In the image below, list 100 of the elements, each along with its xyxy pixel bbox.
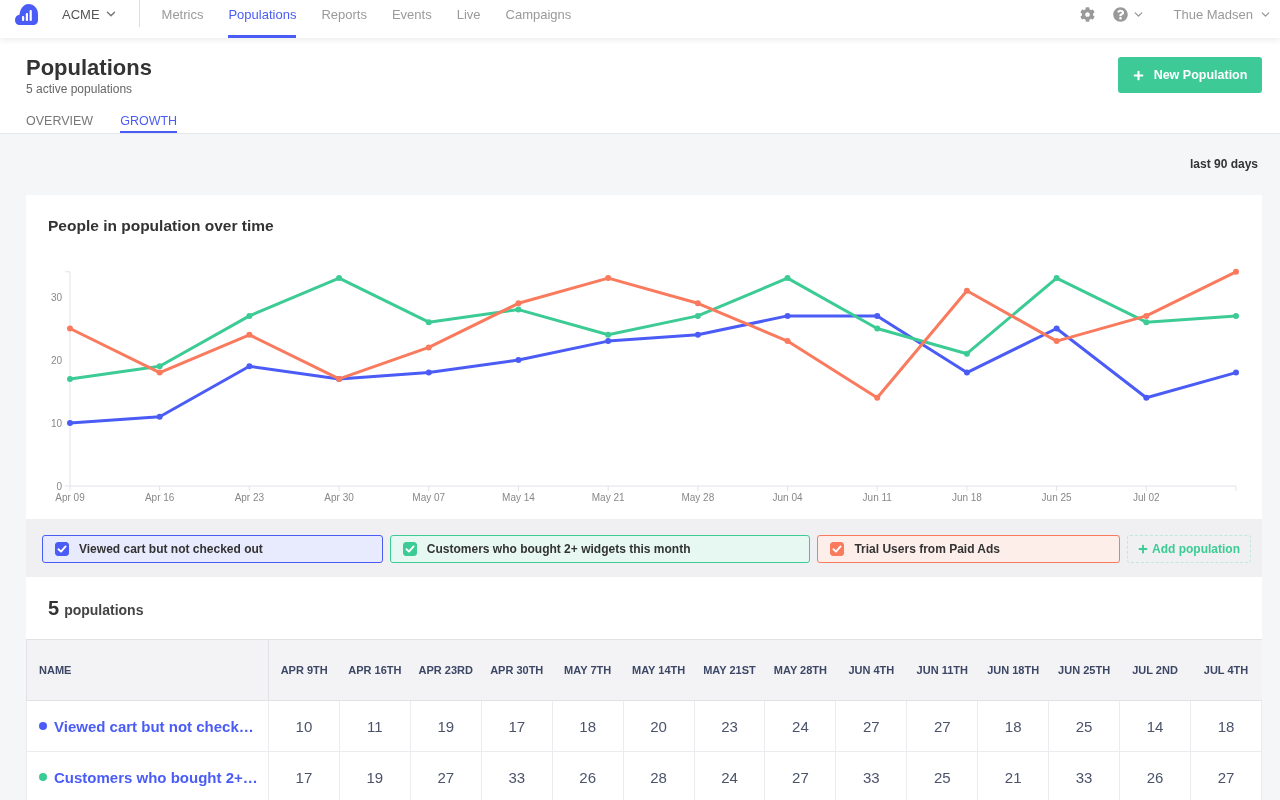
- point: [784, 312, 791, 319]
- nav-tab[interactable]: Events: [391, 0, 432, 38]
- point: [425, 369, 432, 376]
- page-tab[interactable]: GROWTH: [120, 114, 178, 133]
- point: [694, 300, 701, 307]
- legend-toggle[interactable]: Trial Users from Paid Ads: [817, 535, 1120, 563]
- point: [605, 275, 612, 282]
- point: [1143, 394, 1150, 401]
- axis-label: Apr 16: [144, 492, 175, 503]
- point: [1143, 319, 1150, 326]
- chart-title: People in population over time: [48, 217, 275, 235]
- column-header: APR 9TH: [268, 639, 340, 701]
- nav-tab[interactable]: Live: [456, 0, 481, 38]
- logo-icon[interactable]: [15, 3, 38, 25]
- axis-label: May 14: [502, 492, 535, 503]
- page-title: Populations: [26, 55, 152, 81]
- column-header: JUL 2ND: [1119, 639, 1191, 701]
- table-cell: 10: [268, 700, 340, 752]
- checkbox-icon[interactable]: [830, 542, 845, 556]
- point: [67, 420, 73, 426]
- axis-label: May 07: [412, 492, 446, 503]
- point: [963, 350, 970, 357]
- point: [694, 331, 701, 338]
- point: [694, 312, 701, 319]
- axis-label: May 21: [591, 492, 625, 503]
- axis-label: May 28: [681, 492, 715, 503]
- table-cell: 18: [1190, 700, 1262, 752]
- user-menu-button[interactable]: Thue Madsen: [1173, 6, 1272, 22]
- nav-tab[interactable]: Campaigns: [505, 0, 572, 38]
- point: [1143, 312, 1150, 319]
- point: [246, 331, 253, 338]
- point: [425, 319, 432, 326]
- axis-label: Jun 11: [862, 492, 892, 503]
- checkbox-icon[interactable]: [55, 542, 69, 556]
- axis-label: Apr 30: [324, 492, 354, 503]
- legend-toggle[interactable]: Customers who bought 2+ widgets this month: [389, 535, 811, 563]
- nav-tab[interactable]: Reports: [321, 0, 367, 38]
- table-cell: 23: [694, 700, 765, 752]
- point: [336, 275, 343, 282]
- axis-label: 0: [56, 480, 62, 492]
- page-subtitle: 5 active populations: [26, 82, 134, 96]
- axis-label: 30: [50, 291, 62, 303]
- date-range-label: last 90 days: [1189, 157, 1258, 171]
- axis-label: Apr 09: [55, 492, 85, 503]
- axis-label: 20: [50, 354, 62, 366]
- table-cell: 17: [481, 700, 553, 752]
- axis-label: Jun 04: [772, 492, 803, 503]
- axis-label: Jun 25: [1041, 492, 1072, 503]
- point: [1053, 325, 1060, 332]
- count-label: populations: [64, 602, 144, 618]
- axis-label: Apr 23: [234, 492, 265, 503]
- column-header: JUN 4TH: [835, 639, 907, 701]
- table-cell: 27: [835, 700, 907, 752]
- column-header: APR 23RD: [410, 639, 482, 701]
- settings-icon[interactable]: [1079, 6, 1095, 22]
- point: [515, 306, 522, 313]
- point: [1233, 268, 1239, 275]
- table-cell: 19: [410, 700, 482, 752]
- point: [1233, 369, 1239, 376]
- column-header: JUL 4TH: [1190, 639, 1262, 701]
- point: [963, 369, 970, 376]
- population-count: 5: [48, 597, 60, 620]
- axis-label: 10: [50, 417, 62, 429]
- column-header: MAY 21ST: [694, 639, 765, 701]
- point: [246, 312, 253, 319]
- point: [425, 344, 432, 351]
- column-header: JUN 11TH: [906, 639, 978, 701]
- point: [874, 312, 881, 319]
- column-header: JUN 25TH: [1048, 639, 1120, 701]
- point: [515, 300, 522, 307]
- column-header: JUN 18TH: [977, 639, 1049, 701]
- checkbox-icon[interactable]: [402, 542, 417, 556]
- workspace-menu-button[interactable]: ACME: [62, 6, 118, 22]
- point: [1053, 338, 1060, 345]
- help-menu-button[interactable]: [1112, 6, 1145, 22]
- table-cell: 14: [1119, 700, 1191, 752]
- point: [605, 331, 612, 338]
- column-header: APR 16TH: [339, 639, 411, 701]
- point: [784, 338, 791, 345]
- axis-label: Jun 18: [951, 492, 982, 503]
- plus-icon: [1138, 544, 1148, 554]
- column-header: APR 30TH: [481, 639, 553, 701]
- page-tab[interactable]: OVERVIEW: [26, 114, 94, 133]
- point: [156, 413, 163, 420]
- point: [156, 363, 163, 370]
- column-header: MAY 7TH: [552, 639, 624, 701]
- plus-icon: [1132, 69, 1144, 81]
- point: [963, 287, 970, 294]
- column-header: MAY 28TH: [764, 639, 836, 701]
- nav-tab[interactable]: Metrics: [161, 0, 204, 38]
- point: [67, 375, 73, 382]
- axis-label: Jul 02: [1132, 492, 1160, 503]
- point: [67, 325, 73, 332]
- point: [874, 394, 881, 401]
- legend-toggle[interactable]: Viewed cart but not checked out: [42, 535, 383, 563]
- point: [246, 363, 253, 370]
- table-cell: 24: [764, 700, 836, 752]
- table-cell: 18: [552, 700, 624, 752]
- table-cell: 18: [977, 700, 1049, 752]
- point: [156, 369, 163, 376]
